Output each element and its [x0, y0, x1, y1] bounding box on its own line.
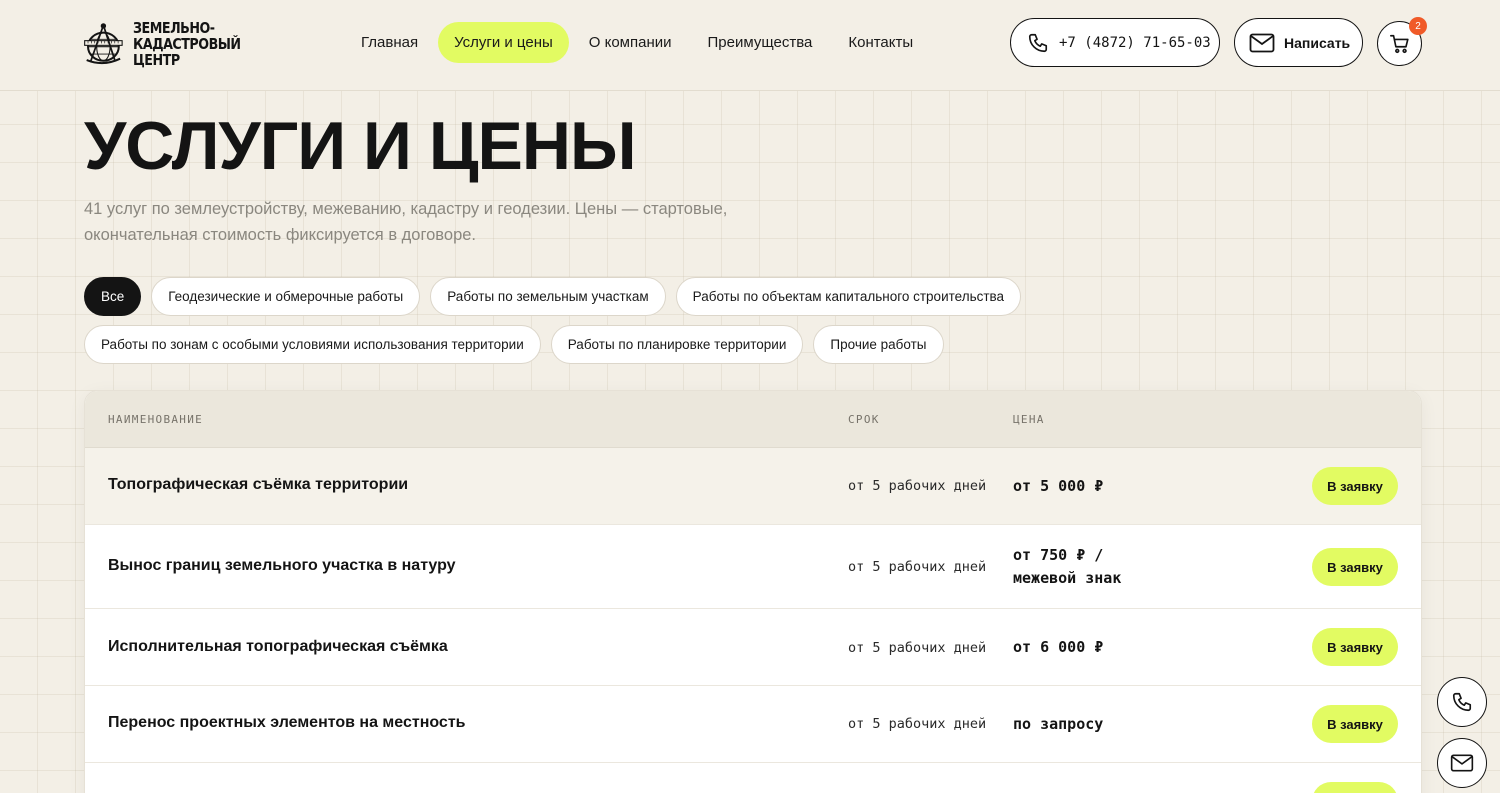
table-row[interactable]: Исполнительная топографическая съёмка от… — [85, 609, 1421, 686]
column-header-price: ЦЕНА — [1013, 413, 1045, 426]
phone-button[interactable]: +7 (4872) 71-65-03 — [1010, 18, 1220, 67]
table-header: НАИМЕНОВАНИЕ СРОК ЦЕНА — [85, 391, 1421, 448]
write-button[interactable]: Написать — [1234, 18, 1363, 67]
mail-icon — [1249, 33, 1275, 52]
cart-button[interactable]: 2 — [1377, 17, 1427, 66]
service-name: Исполнительная топографическая съёмка — [108, 638, 448, 655]
service-term: от 5 рабочих дней — [848, 559, 987, 575]
mail-icon — [1450, 754, 1474, 772]
filter-chip-land-plots[interactable]: Работы по земельным участкам — [430, 277, 666, 316]
services-table: НАИМЕНОВАНИЕ СРОК ЦЕНА Топографическая с… — [84, 390, 1422, 793]
page-lead: 41 услуг по землеустройству, межеванию, … — [84, 200, 728, 244]
table-row[interactable]: Топографическая съёмка территории от 5 р… — [85, 448, 1421, 525]
site-header: Земельно- кадастровый центр Главная Услу… — [0, 0, 1500, 91]
service-price: от 750 ₽ / межевой знак — [1013, 546, 1122, 587]
service-name: Перенос проектных элементов на местность — [108, 714, 466, 731]
filter-chip-other[interactable]: Прочие работы — [813, 325, 944, 364]
service-price: от 6 000 ₽ — [1013, 638, 1104, 656]
filter-chip-geodesy[interactable]: Геодезические и обмерочные работы — [151, 277, 421, 316]
phone-icon — [1028, 33, 1048, 52]
table-row[interactable] — [85, 763, 1421, 793]
service-term: от 5 рабочих дней — [848, 478, 987, 494]
filter-chip-special-zones[interactable]: Работы по зонам с особыми условиями испо… — [84, 325, 541, 364]
write-button-label: Написать — [1284, 34, 1351, 51]
category-filters: Все Геодезические и обмерочные работы Ра… — [84, 277, 1084, 364]
service-term: от 5 рабочих дней — [848, 640, 987, 656]
service-term: от 5 рабочих дней — [848, 716, 987, 732]
logo-text: Земельно- кадастровый центр — [132, 19, 241, 69]
table-row[interactable]: Вынос границ земельного участка в натуру… — [85, 525, 1421, 609]
floating-mail-button[interactable] — [1437, 738, 1487, 788]
add-to-order-button[interactable]: В заявку — [1312, 628, 1398, 666]
add-to-order-button[interactable] — [1312, 782, 1398, 793]
table-row[interactable]: Перенос проектных элементов на местность… — [85, 686, 1421, 763]
add-to-order-button[interactable]: В заявку — [1312, 467, 1398, 505]
filter-chip-all[interactable]: Все — [84, 277, 142, 316]
floating-call-button[interactable] — [1437, 677, 1487, 727]
column-header-term: СРОК — [848, 413, 880, 426]
add-to-order-button[interactable]: В заявку — [1312, 548, 1398, 586]
filter-chip-capital-construction[interactable]: Работы по объектам капитального строител… — [675, 277, 1022, 316]
nav-item-about[interactable]: О компании — [573, 22, 688, 63]
page-title: УСЛУГИ И ЦЕНЫ — [84, 108, 637, 184]
nav-item-contacts[interactable]: Контакты — [832, 22, 929, 63]
nav-item-advantages[interactable]: Преимущества — [692, 22, 829, 63]
add-to-order-button[interactable]: В заявку — [1312, 705, 1398, 743]
filter-chip-planning[interactable]: Работы по планировке территории — [550, 325, 804, 364]
cart-count-badge: 2 — [1409, 17, 1427, 35]
logo-globe-compass-icon — [84, 23, 123, 65]
nav-item-home[interactable]: Главная — [345, 22, 434, 63]
phone-number: +7 (4872) 71-65-03 — [1059, 34, 1211, 51]
cart-icon — [1389, 34, 1409, 53]
phone-icon — [1452, 692, 1472, 712]
main-nav: Главная Услуги и цены О компании Преимущ… — [345, 22, 929, 63]
service-price: от 5 000 ₽ — [1013, 477, 1104, 495]
nav-item-services[interactable]: Услуги и цены — [438, 22, 569, 63]
service-price: по запросу — [1013, 715, 1104, 733]
logo[interactable]: Земельно- кадастровый центр — [84, 12, 264, 76]
service-name: Вынос границ земельного участка в натуру — [108, 557, 456, 574]
column-header-name: НАИМЕНОВАНИЕ — [108, 413, 204, 426]
service-name: Топографическая съёмка территории — [108, 476, 409, 493]
